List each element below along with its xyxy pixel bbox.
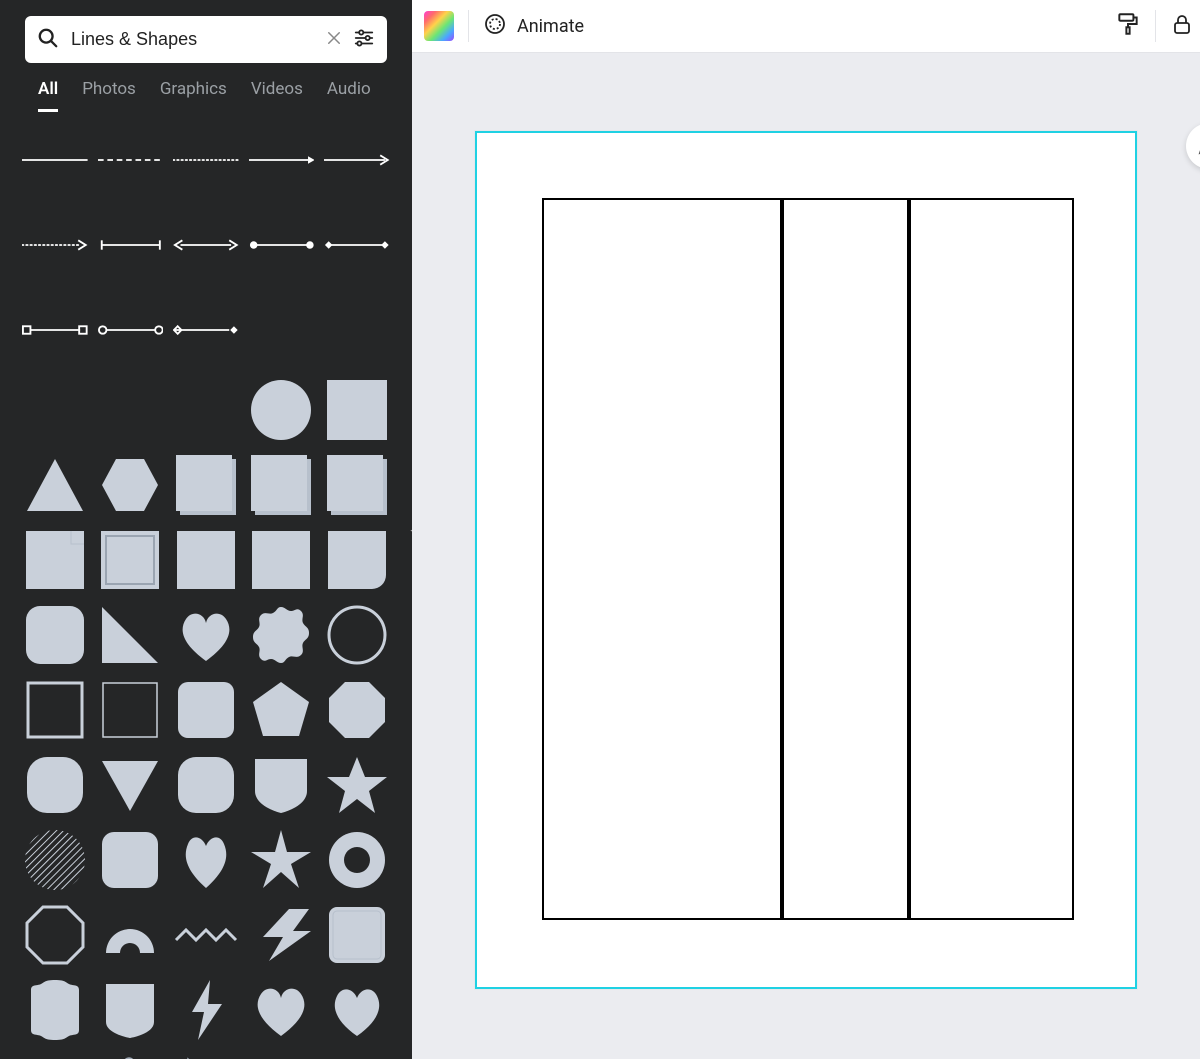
shape-heart-solid[interactable] [249, 977, 314, 1042]
shape-squircle-2[interactable] [173, 752, 238, 817]
shape-triangle[interactable] [22, 452, 87, 517]
search-box[interactable] [25, 16, 387, 63]
shape-square-paper[interactable] [22, 527, 87, 592]
line-dots-ends[interactable] [249, 207, 315, 282]
rectangle-shape[interactable] [542, 198, 782, 920]
rectangle-shape[interactable] [909, 198, 1074, 920]
shape-square-shadow-3[interactable] [324, 452, 389, 517]
shape-pentagon[interactable] [249, 677, 314, 742]
shape-arc[interactable] [98, 902, 163, 967]
tab-audio[interactable]: Audio [327, 79, 371, 112]
shape-cursor-arrow[interactable] [173, 1052, 238, 1059]
shape-circle[interactable] [249, 377, 314, 442]
filter-button[interactable] [353, 27, 375, 53]
line-ticks[interactable] [98, 207, 164, 282]
tab-all[interactable]: All [38, 79, 58, 112]
paint-roller-icon[interactable] [1115, 11, 1141, 41]
shape-star[interactable] [324, 752, 389, 817]
toolbar-divider [468, 10, 469, 42]
clear-search-button[interactable] [325, 29, 343, 51]
shape-banner-shield[interactable] [98, 977, 163, 1042]
shape-square-notch[interactable] [324, 902, 389, 967]
shape-shield[interactable] [249, 752, 314, 817]
shape-heart[interactable] [173, 602, 238, 667]
animate-icon [483, 12, 507, 41]
search-input[interactable] [69, 28, 315, 51]
line-diamond-right[interactable] [173, 292, 239, 367]
shapes-grid [22, 377, 390, 1059]
shape-bolt-shape[interactable] [249, 902, 314, 967]
app-root: All Photos Graphics Videos Audio [0, 0, 1200, 1059]
shape-square-outline[interactable] [22, 677, 87, 742]
tab-videos[interactable]: Videos [251, 79, 303, 112]
shape-square-rounded-corner[interactable] [324, 527, 389, 592]
tab-photos[interactable]: Photos [82, 79, 136, 112]
elements-sidebar: All Photos Graphics Videos Audio [0, 0, 412, 1059]
shape-square-shadow-2[interactable] [249, 452, 314, 517]
shape-triangle-down[interactable] [98, 752, 163, 817]
shape-heart-slim[interactable] [173, 827, 238, 892]
shape-ring[interactable] [324, 827, 389, 892]
shape-square-outline-thin[interactable] [98, 677, 163, 742]
shape-circle-hatched[interactable] [22, 827, 87, 892]
shape-octagon-outline[interactable] [22, 902, 87, 967]
shape-star-5[interactable] [249, 827, 314, 892]
line-dotted[interactable] [173, 122, 239, 197]
rectangle-shape[interactable] [782, 198, 909, 920]
shape-rounded-square-3[interactable] [98, 827, 163, 892]
shape-hexagon-hatched[interactable] [324, 1052, 389, 1059]
line-dashed[interactable] [98, 122, 164, 197]
shape-scalloped-circle[interactable] [249, 602, 314, 667]
line-circles-open-ends[interactable] [98, 292, 164, 367]
animate-label: Animate [517, 16, 584, 37]
shape-circle-outline[interactable] [324, 602, 389, 667]
shape-rounded-square[interactable] [22, 602, 87, 667]
shape-square-flat[interactable] [249, 527, 314, 592]
shape-square-plain[interactable] [173, 527, 238, 592]
shape-heart-tilt[interactable] [22, 1052, 87, 1059]
animate-button[interactable]: Animate [483, 12, 584, 41]
line-squares-ends[interactable] [22, 292, 88, 367]
search-icon [37, 27, 59, 53]
shape-cursor-play[interactable] [249, 1052, 314, 1059]
arrow-solid[interactable] [249, 122, 315, 197]
add-comment-button[interactable] [1186, 123, 1200, 169]
shape-hand-pointer[interactable] [98, 1052, 163, 1059]
shape-square-shadow[interactable] [173, 452, 238, 517]
shape-heart-solid-2[interactable] [324, 977, 389, 1042]
shape-badge-seal[interactable] [22, 977, 87, 1042]
shape-squircle[interactable] [22, 752, 87, 817]
main-area: Animate [412, 0, 1200, 1059]
shape-hexagon[interactable] [98, 452, 163, 517]
shape-zigzag[interactable] [173, 902, 238, 967]
lock-icon[interactable] [1170, 11, 1194, 41]
canvas-area[interactable] [412, 53, 1200, 1059]
shape-square[interactable] [324, 377, 389, 442]
toolbar-right [1115, 10, 1200, 42]
line-solid[interactable] [22, 122, 88, 197]
lines-grid [22, 122, 390, 367]
shape-lightning-bolt[interactable] [173, 977, 238, 1042]
search-wrap [0, 0, 412, 63]
top-toolbar: Animate [412, 0, 1200, 53]
arrow-thin[interactable] [324, 122, 390, 197]
line-arrows-both[interactable] [173, 207, 239, 282]
design-page[interactable] [475, 131, 1137, 989]
tab-graphics[interactable]: Graphics [160, 79, 227, 112]
shape-right-triangle[interactable] [98, 602, 163, 667]
arrow-dotted[interactable] [22, 207, 88, 282]
page-background-color-button[interactable] [424, 11, 454, 41]
category-tabs: All Photos Graphics Videos Audio [0, 63, 412, 122]
shape-rounded-square-2[interactable] [173, 677, 238, 742]
shape-square-inset[interactable] [98, 527, 163, 592]
toolbar-divider-2 [1155, 10, 1156, 42]
results-panel[interactable] [0, 122, 412, 1059]
line-diamonds-ends[interactable] [324, 207, 390, 282]
shape-octagon[interactable] [324, 677, 389, 742]
